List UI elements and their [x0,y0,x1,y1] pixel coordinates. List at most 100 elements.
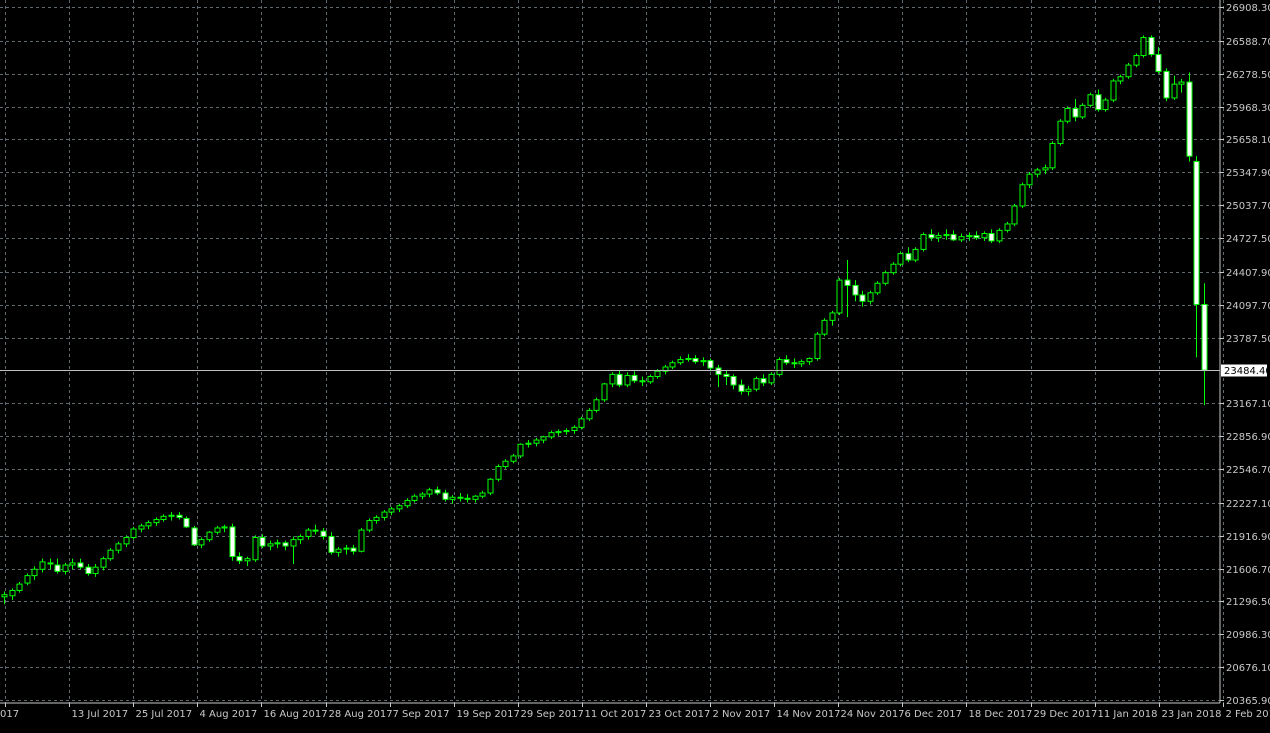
price-tick-label: 20365.90 [1226,696,1270,707]
time-tick-label: 19 Sep 2017 [457,709,520,720]
bear-candle-body [86,567,91,573]
bear-candle-body [1164,71,1169,97]
bull-candle-body [108,550,113,558]
price-tick-label: 26278.50 [1226,70,1270,81]
candle [754,376,759,391]
candle [367,518,372,532]
time-tick-label: 11 Oct 2017 [585,709,647,720]
bear-candle-body [989,233,994,240]
time-tick-label: 28 Aug 2017 [329,709,393,720]
time-tick-label: 4 Aug 2017 [200,709,258,720]
bull-candle-body [32,569,37,575]
price-tick-label: 25037.70 [1226,201,1270,212]
time-tick-label: 2 Nov 2017 [713,709,771,720]
bull-candle-body [146,523,151,526]
candle [891,262,896,275]
candle [898,252,903,267]
bear-candle-body [761,379,766,383]
bull-candle-body [1027,174,1032,185]
time-tick-label: 11 Jan 2018 [1098,709,1158,720]
bear-candle-body [1194,161,1199,304]
bull-candle-body [670,363,675,367]
bull-candle-body [701,361,706,362]
candle [913,247,918,262]
bear-candle-body [792,363,797,364]
price-tick-label: 21916.90 [1226,532,1270,543]
bear-candle-body [640,381,645,382]
bull-candle-body [207,532,212,539]
price-tick-label: 23167.10 [1226,399,1270,410]
bear-candle-body [1096,95,1101,110]
bear-candle-body [177,515,182,517]
bull-candle-body [199,540,204,545]
bull-candle-body [420,494,425,496]
bear-candle-body [784,360,789,363]
price-tick-label: 20676.10 [1226,663,1270,674]
time-tick-label: 29 Sep 2017 [521,709,584,720]
bull-candle-body [503,461,508,466]
candlestick-chart[interactable]: 26908.3026588.7026278.5025968.3025658.10… [0,0,1270,729]
bull-candle-body [93,567,98,573]
bull-candle-body [480,493,485,496]
candle [496,464,501,481]
bull-candle-body [1050,143,1055,167]
bull-candle-body [306,530,311,536]
bull-candle-body [405,500,410,505]
candle [837,278,842,315]
bear-candle-body [929,235,934,238]
bear-candle-body [313,530,318,531]
bull-candle-body [70,563,75,565]
bull-candle-body [648,376,653,381]
bull-candle-body [222,527,227,528]
bull-candle-body [344,548,349,549]
bull-candle-body [921,235,926,250]
candle [1134,53,1139,67]
candle [1126,63,1131,79]
bull-candle-body [17,584,22,590]
bull-candle-body [116,544,121,550]
bear-candle-body [48,563,53,564]
bear-candle-body [321,531,326,536]
candle [1088,93,1093,108]
bear-candle-body [465,498,470,499]
bull-candle-body [25,576,30,583]
time-tick-label: 6 Dec 2017 [905,709,963,720]
time-tick-label: 29 Dec 2017 [1034,709,1098,720]
price-tick-label: 23787.50 [1226,334,1270,345]
bull-candle-body [40,562,45,569]
bull-candle-body [1118,77,1123,81]
candle [1141,35,1146,57]
candle [108,548,113,561]
bull-candle-body [1080,105,1085,117]
bull-candle-body [891,264,896,272]
price-tick-label: 26908.30 [1226,3,1270,14]
bear-candle-body [617,374,622,385]
bull-candle-body [1088,95,1093,106]
bull-candle-body [1126,65,1131,77]
candle [25,574,30,586]
candle [921,232,926,251]
bear-candle-body [906,254,911,260]
candle [1058,119,1063,145]
candle [1149,35,1154,56]
candle [1103,98,1108,112]
price-tick-label: 25658.10 [1226,135,1270,146]
bear-candle-body [184,518,189,526]
candle [579,417,584,430]
bull-candle-body [124,538,129,544]
price-tick-label: 22227.10 [1226,499,1270,510]
bull-candle-body [944,235,949,236]
bear-candle-body [443,493,448,499]
chart-svg[interactable]: 26908.3026588.7026278.5025968.3025658.10… [0,0,1270,729]
candle [1065,106,1070,123]
time-tick-label: 017 [0,709,19,720]
bull-candle-body [936,236,941,238]
bull-candle-body [496,467,501,480]
price-tick-label: 22546.70 [1226,465,1270,476]
bear-candle-body [260,538,265,546]
price-tick-label: 25347.90 [1226,168,1270,179]
bull-candle-body [625,375,630,385]
bull-candle-body [1058,121,1063,143]
bull-candle-body [837,280,842,313]
bull-candle-body [412,496,417,500]
